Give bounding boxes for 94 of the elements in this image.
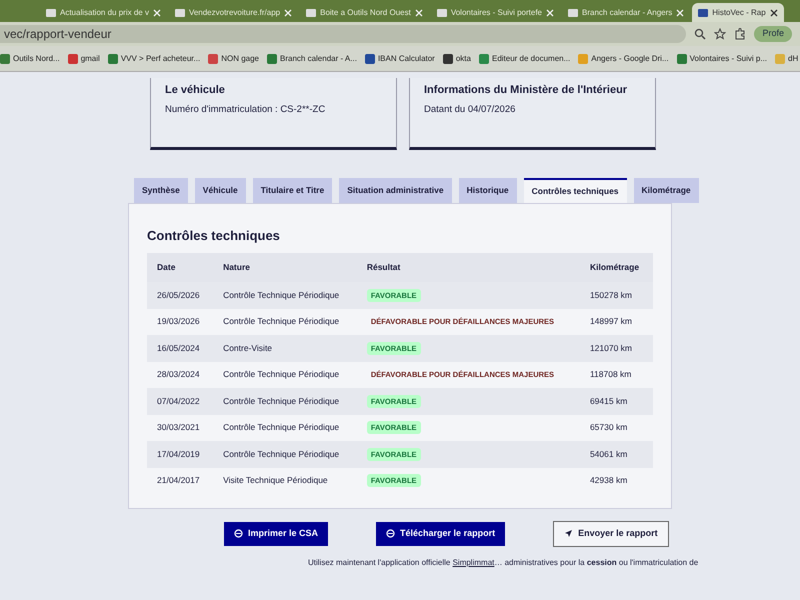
close-icon bbox=[770, 8, 778, 16]
section-title: Contrôles techniques bbox=[147, 226, 281, 245]
info-paragraph: Utilisez maintenant l'application officielle Simplimmat… administratives pour la cession ou l'immatriculation de bbox=[308, 556, 700, 568]
bookmark-icon bbox=[578, 54, 588, 64]
table-cell: 21/04/2017 bbox=[147, 468, 214, 494]
url-text: vec/rapport-vendeur bbox=[4, 26, 112, 43]
bookmark[interactable]: gmail bbox=[68, 52, 100, 64]
zoom-icon bbox=[694, 28, 706, 40]
table-cell: 69415 km bbox=[580, 388, 653, 414]
bookmark-icon bbox=[208, 54, 218, 64]
page-icon bbox=[46, 8, 56, 18]
table-cell: 07/04/2022 bbox=[147, 388, 214, 414]
bookmark[interactable]: Editeur de documen... bbox=[478, 52, 570, 64]
page-icon bbox=[436, 8, 447, 18]
tab[interactable]: Historique bbox=[458, 178, 517, 203]
bookmark-icon bbox=[267, 54, 277, 64]
table-cell: Contrôle Technique Périodique bbox=[213, 388, 357, 414]
bookmark[interactable]: IBAN Calculator bbox=[364, 52, 435, 64]
circle-icon bbox=[386, 529, 396, 538]
bookmark-icon bbox=[775, 54, 786, 64]
column-header: Résultat bbox=[356, 253, 580, 282]
close-icon bbox=[676, 8, 684, 16]
page-icon bbox=[568, 8, 578, 18]
bookmark-icon bbox=[68, 54, 78, 64]
tab[interactable]: Véhicule bbox=[194, 178, 246, 203]
table-cell: Contre-Visite bbox=[213, 335, 357, 362]
address-field[interactable]: vec/rapport-vendeur bbox=[0, 25, 686, 43]
table-cell: 118708 km bbox=[580, 362, 653, 388]
action-button[interactable]: Imprimer le CSA bbox=[224, 522, 328, 546]
simplimmat-link[interactable]: Simplimmat bbox=[452, 558, 494, 566]
page-icon bbox=[306, 8, 316, 18]
star-icon bbox=[714, 28, 726, 40]
tab[interactable]: Situation administrative bbox=[339, 178, 452, 203]
column-header: Kilométrage bbox=[580, 253, 653, 282]
table-cell: 121070 km bbox=[580, 335, 653, 362]
table-cell: 19/03/2026 bbox=[147, 308, 214, 335]
card-text: Numéro d'immatriculation : CS-2**-ZC bbox=[165, 102, 326, 116]
bookmark-icon bbox=[478, 54, 489, 64]
bookmark[interactable]: Volontaires - Suivi p... bbox=[676, 52, 768, 64]
bookmark[interactable]: Outils Nord... bbox=[0, 52, 60, 64]
table-cell: Visite Technique Périodique bbox=[213, 468, 357, 494]
table-cell: 42938 km bbox=[580, 468, 653, 494]
browser-tab[interactable]: Boite a Outils Nord Ouest bbox=[300, 3, 429, 22]
puzzle-icon bbox=[734, 28, 746, 40]
column-header: Date bbox=[147, 253, 214, 282]
tab[interactable]: Kilométrage bbox=[634, 178, 699, 203]
table-cell: Contrôle Technique Périodique bbox=[213, 414, 357, 441]
close-icon bbox=[414, 8, 423, 16]
profile-button[interactable]: Profe bbox=[754, 26, 792, 42]
table-cell: 30/03/2021 bbox=[147, 414, 214, 441]
page-icon bbox=[698, 8, 708, 18]
bookmark-icon bbox=[0, 54, 10, 64]
card-title: Informations du Ministère de l'Intérieur bbox=[424, 83, 628, 98]
close-icon bbox=[546, 8, 554, 16]
send-icon bbox=[564, 529, 574, 538]
bookmark[interactable]: dH bbox=[775, 52, 798, 64]
bookmark[interactable]: VVV > Perf acheteur... bbox=[108, 52, 200, 64]
bookmark-icon bbox=[364, 54, 375, 64]
circle-icon bbox=[234, 529, 243, 538]
close-icon bbox=[152, 8, 161, 16]
card-text: Datant du 04/07/2026 bbox=[424, 102, 516, 116]
table-cell: Contrôle Technique Périodique bbox=[213, 282, 357, 308]
bookmark[interactable]: okta bbox=[442, 52, 471, 64]
table-cell: Contrôle Technique Périodique bbox=[213, 441, 357, 468]
bookmark-icon bbox=[108, 54, 118, 64]
bookmark-icon bbox=[676, 54, 687, 64]
close-icon bbox=[284, 8, 292, 16]
browser-tab[interactable]: Branch calendar - Angers bbox=[562, 3, 690, 22]
bookmark[interactable]: Branch calendar - A... bbox=[267, 52, 357, 64]
table-cell: Contrôle Technique Périodique bbox=[213, 362, 357, 388]
table-cell: Contrôle Technique Périodique bbox=[213, 308, 357, 335]
tab[interactable]: Contrôles techniques bbox=[524, 178, 627, 203]
action-button[interactable]: Envoyer le rapport bbox=[553, 521, 669, 546]
table-cell: 28/03/2024 bbox=[147, 362, 214, 388]
table-cell: 54061 km bbox=[580, 441, 653, 468]
card-title: Le véhicule bbox=[165, 83, 226, 98]
browser-tab[interactable]: Vendezvotrevoiture.fr/app bbox=[168, 3, 298, 22]
bookmark[interactable]: NON gage bbox=[208, 52, 259, 64]
table-cell: 65730 km bbox=[580, 414, 653, 441]
bookmark-icon bbox=[442, 54, 453, 64]
table-cell: 148997 km bbox=[580, 308, 653, 335]
tab[interactable]: Synthèse bbox=[134, 178, 188, 203]
browser-tab[interactable]: Volontaires - Suivi portefe bbox=[430, 3, 560, 22]
bookmark[interactable]: Angers - Google Dri... bbox=[578, 52, 669, 64]
browser-tab[interactable]: Actualisation du prix de v bbox=[40, 3, 167, 22]
browser-tab[interactable]: HistoVec - Rap bbox=[692, 3, 784, 22]
table-cell: 26/05/2026 bbox=[147, 282, 214, 308]
column-header: Nature bbox=[213, 253, 357, 282]
action-button[interactable]: Télécharger le rapport bbox=[376, 522, 506, 546]
table-cell: 17/04/2019 bbox=[147, 441, 214, 468]
table-cell: 16/05/2024 bbox=[147, 335, 214, 362]
table-cell: 150278 km bbox=[580, 282, 653, 308]
page-icon bbox=[174, 8, 185, 18]
tab[interactable]: Titulaire et Titre bbox=[252, 178, 332, 203]
